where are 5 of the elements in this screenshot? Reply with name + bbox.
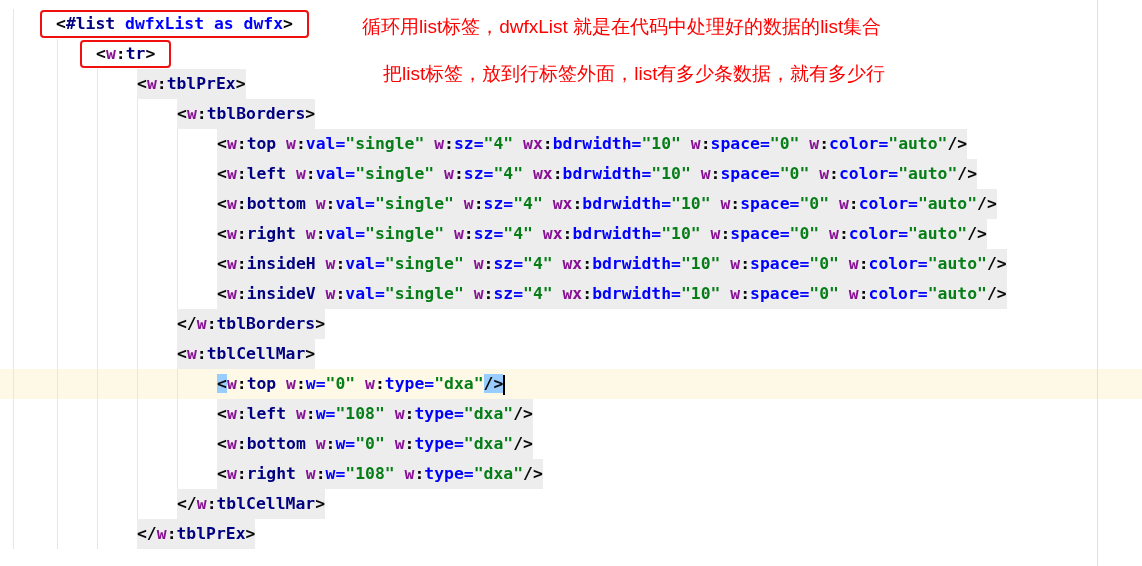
code-line: <w:tr> xyxy=(82,42,170,66)
annotation-text: 循环用list标签，dwfxList 就是在代码中处理好的数据的list集合 xyxy=(362,15,882,39)
code-line: <#list dwfxList as dwfx> xyxy=(42,12,307,36)
annotation-text: 把list标签，放到行标签外面，list有多少条数据，就有多少行 xyxy=(383,62,886,86)
code-line: <w:top w:w="0" w:type="dxa"/> xyxy=(217,373,506,397)
